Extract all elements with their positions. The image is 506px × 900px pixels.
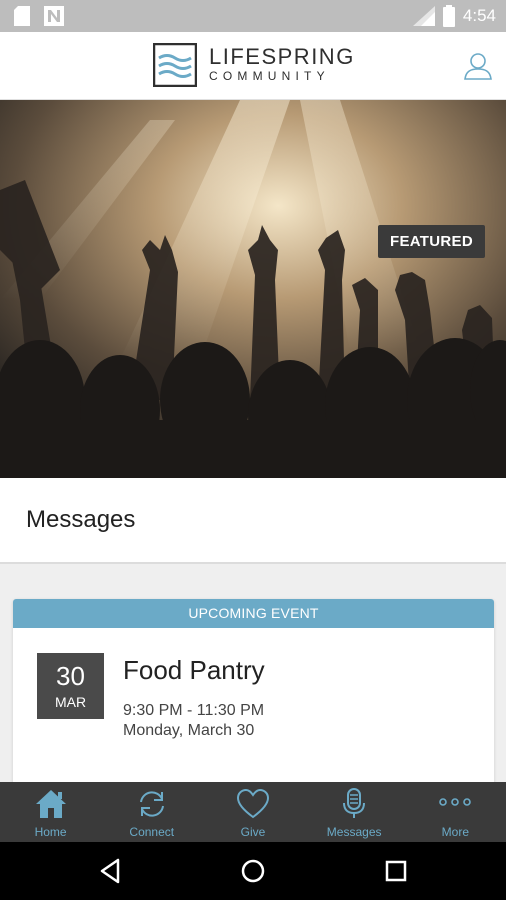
upcoming-event-card[interactable]: UPCOMING EVENT 30 MAR Food Pantry 9:30 P…	[13, 599, 494, 799]
featured-badge: FEATURED	[378, 225, 485, 258]
brand-subtitle: COMMUNITY	[209, 69, 330, 83]
tab-messages-label: Messages	[326, 825, 382, 839]
tab-more-label: More	[441, 825, 470, 839]
sd-card-icon	[14, 6, 30, 26]
featured-hero-image[interactable]: FEATURED	[0, 100, 506, 478]
tab-connect-label: Connect	[129, 825, 175, 839]
concert-crowd-image	[0, 100, 506, 478]
status-time: 4:54	[462, 6, 496, 25]
messages-section[interactable]: Messages	[0, 478, 506, 564]
event-date: Monday, March 30	[123, 722, 255, 739]
sync-icon	[139, 791, 164, 817]
tab-more[interactable]: More	[405, 782, 506, 842]
event-time: 9:30 PM - 11:30 PM	[123, 702, 265, 719]
heart-icon	[236, 788, 269, 819]
n-notification-icon	[44, 6, 64, 26]
tab-connect[interactable]: Connect	[101, 782, 202, 842]
messages-title: Messages	[26, 506, 136, 533]
waves-logo-icon	[153, 43, 197, 87]
app-screen: 4:54 LIFESPRING COMMUNITY FEATURED Messa…	[0, 0, 506, 900]
brand-logo: LIFESPRING COMMUNITY	[153, 43, 355, 87]
brand-name: LIFESPRING	[209, 44, 355, 69]
profile-icon[interactable]	[462, 50, 494, 82]
signal-icon	[412, 6, 435, 26]
microphone-icon	[343, 788, 366, 818]
system-navigation-bar	[0, 842, 506, 900]
recent-apps-icon[interactable]	[381, 856, 411, 886]
tab-give[interactable]: Give	[202, 782, 303, 842]
more-dots-icon	[439, 798, 472, 806]
tab-home-label: Home	[34, 825, 67, 839]
app-header: LIFESPRING COMMUNITY	[0, 32, 506, 100]
back-icon[interactable]	[96, 856, 126, 886]
home-circle-icon[interactable]	[238, 856, 268, 886]
event-month: MAR	[54, 694, 87, 710]
bottom-tab-bar: Home Connect Give Messages More	[0, 782, 506, 842]
event-title: Food Pantry	[123, 655, 265, 685]
event-card-header: UPCOMING EVENT	[13, 599, 494, 628]
event-day: 30	[56, 661, 85, 691]
tab-give-label: Give	[240, 825, 266, 839]
status-bar: 4:54	[0, 0, 506, 32]
tab-home[interactable]: Home	[0, 782, 101, 842]
battery-icon	[442, 5, 455, 27]
event-date-box: 30 MAR	[37, 653, 104, 719]
home-icon	[35, 790, 66, 818]
tab-messages[interactable]: Messages	[304, 782, 405, 842]
